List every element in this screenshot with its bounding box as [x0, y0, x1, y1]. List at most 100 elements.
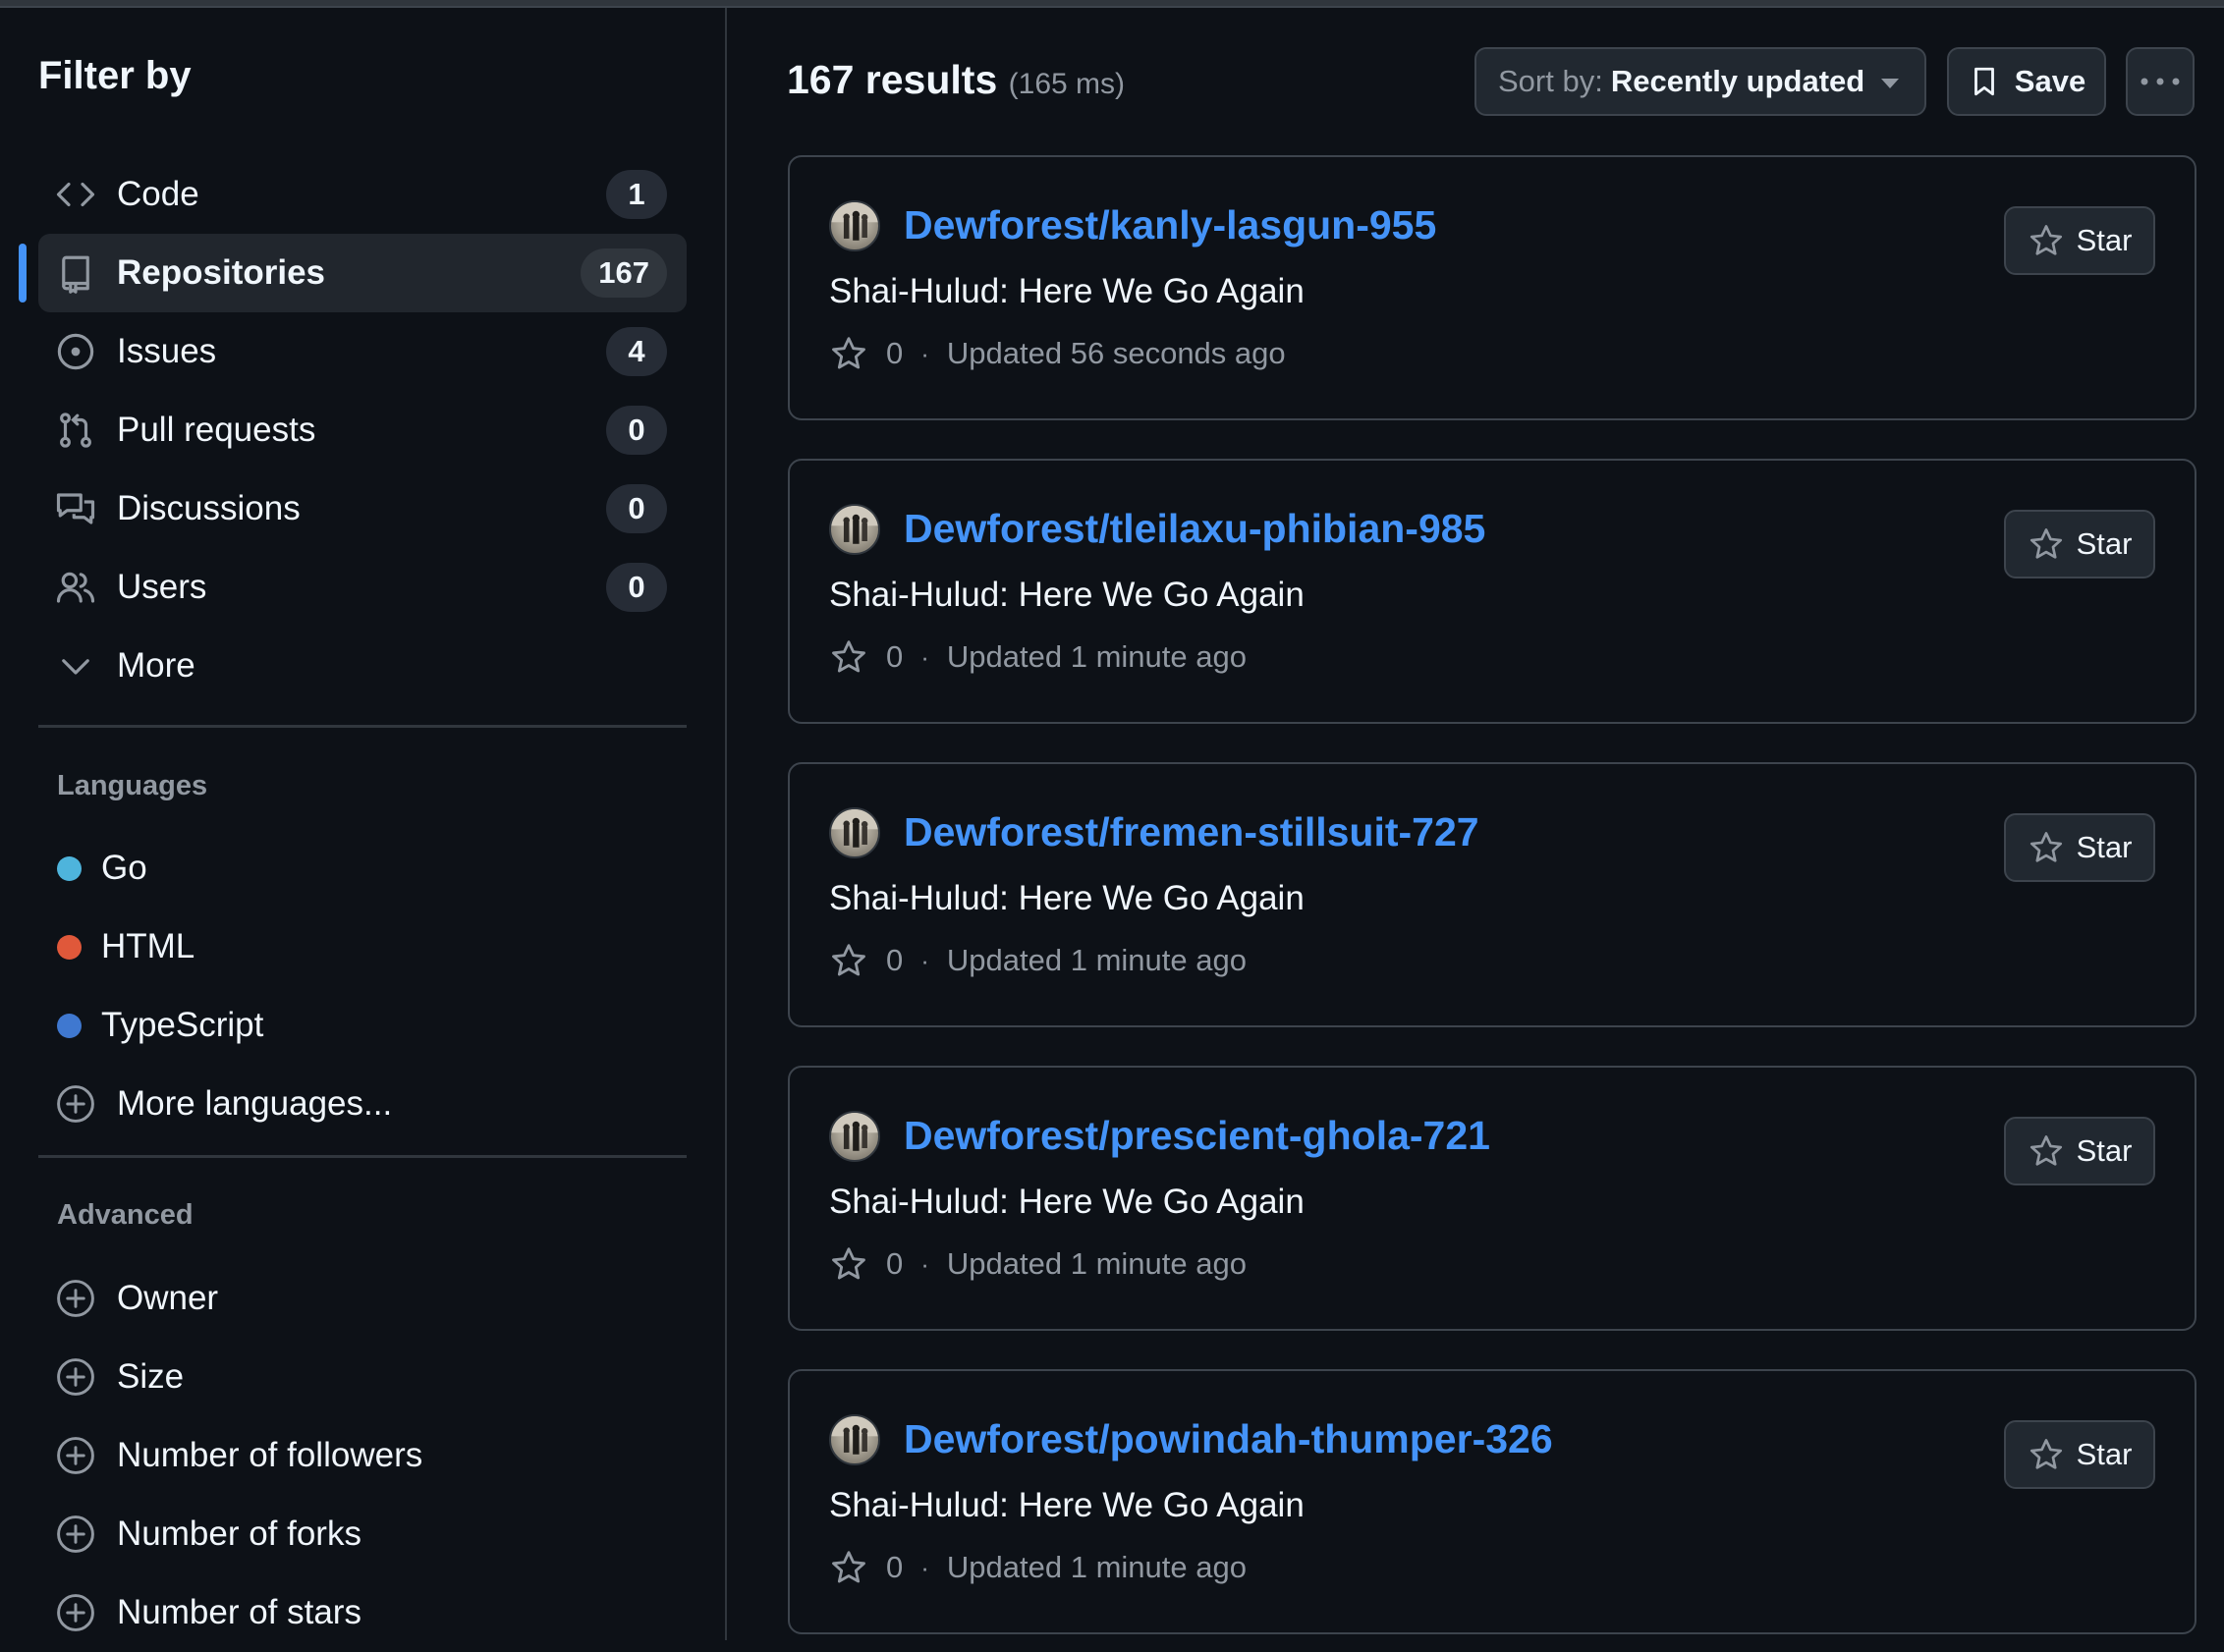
star-count: 0 — [886, 639, 904, 674]
advanced-filter-label: Size — [117, 1357, 185, 1396]
star-button-label: Star — [2076, 1437, 2133, 1471]
pull-request-icon — [54, 409, 97, 452]
nav-item-repositories[interactable]: Repositories 167 — [19, 234, 687, 312]
star-button-label: Star — [2076, 223, 2133, 257]
repo-icon — [54, 251, 97, 295]
repo-meta: 0 · Updated 56 seconds ago — [829, 334, 1286, 373]
advanced-filter-owner[interactable]: Owner — [38, 1259, 687, 1338]
nav-item-more[interactable]: More — [38, 627, 687, 705]
star-button[interactable]: Star — [2004, 206, 2155, 275]
owner-avatar[interactable] — [829, 1111, 880, 1162]
nav-count-badge: 4 — [606, 327, 667, 376]
sort-dropdown[interactable]: Sort by: Recently updated — [1474, 47, 1926, 116]
nav-item-code[interactable]: Code 1 — [38, 155, 687, 234]
repo-link[interactable]: Dewforest/powindah-thumper-326 — [904, 1416, 1553, 1462]
plus-circle-icon — [57, 1515, 94, 1553]
filter-sidebar: Filter by Code 1 Repositories 167 Issues… — [0, 8, 727, 1640]
nav-count-badge: 0 — [606, 484, 667, 533]
plus-circle-icon — [57, 1085, 94, 1123]
owner-avatar[interactable] — [829, 200, 880, 251]
repo-link[interactable]: Dewforest/fremen-stillsuit-727 — [904, 809, 1479, 855]
nav-item-users[interactable]: Users 0 — [38, 548, 687, 627]
plus-circle-icon — [57, 1280, 94, 1317]
more-languages-button[interactable]: More languages... — [38, 1065, 687, 1143]
language-color-dot — [57, 855, 82, 881]
separator-dot: · — [920, 1248, 929, 1279]
star-count: 0 — [886, 1246, 904, 1281]
star-icon — [832, 1247, 865, 1280]
star-icon — [2029, 1135, 2062, 1166]
advanced-filter-label: Number of forks — [117, 1514, 361, 1553]
issue-icon — [54, 330, 97, 373]
nav-count-badge: 1 — [606, 170, 667, 219]
star-icon — [832, 944, 865, 976]
language-label: TypeScript — [101, 1006, 264, 1044]
nav-item-discussions[interactable]: Discussions 0 — [38, 469, 687, 548]
nav-count-badge: 0 — [606, 406, 667, 455]
star-button[interactable]: Star — [2004, 510, 2155, 578]
advanced-filter-label: Number of followers — [117, 1436, 423, 1474]
star-icon — [2029, 225, 2062, 255]
star-button[interactable]: Star — [2004, 1117, 2155, 1185]
sidebar-divider — [38, 1155, 687, 1158]
language-filter-go[interactable]: Go — [38, 829, 687, 908]
language-filter-html[interactable]: HTML — [38, 908, 687, 986]
star-button-label: Star — [2076, 526, 2133, 561]
nav-item-issues[interactable]: Issues 4 — [38, 312, 687, 391]
sort-prefix: Sort by: — [1498, 64, 1603, 98]
results-time: (165 ms) — [1008, 68, 1126, 100]
search-results: 167 results (165 ms) Sort by: Recently u… — [729, 8, 2224, 1640]
repo-meta: 0 · Updated 1 minute ago — [829, 1244, 1247, 1284]
separator-dot: · — [920, 1552, 929, 1582]
nav-label: Users — [117, 568, 207, 606]
updated-time: Updated 1 minute ago — [946, 943, 1247, 977]
nav-count-badge: 0 — [606, 563, 667, 612]
languages-list: Go HTML TypeScript More languages... — [38, 829, 687, 1143]
repo-link[interactable]: Dewforest/prescient-ghola-721 — [904, 1113, 1490, 1159]
owner-avatar[interactable] — [829, 807, 880, 858]
sort-value: Recently updated — [1610, 64, 1865, 98]
owner-avatar[interactable] — [829, 504, 880, 555]
nav-label: Code — [117, 175, 199, 213]
advanced-filter-forks[interactable]: Number of forks — [38, 1495, 687, 1573]
star-icon — [832, 640, 865, 673]
star-button-label: Star — [2076, 1133, 2133, 1168]
chevron-down-icon — [54, 644, 97, 688]
advanced-filter-size[interactable]: Size — [38, 1338, 687, 1416]
results-count: 167 results — [787, 57, 998, 102]
bookmark-icon — [1974, 67, 1994, 96]
nav-label: Issues — [117, 332, 217, 370]
star-icon — [2029, 528, 2062, 559]
repo-description: Shai-Hulud: Here We Go Again — [829, 1486, 1305, 1524]
separator-dot: · — [920, 945, 929, 975]
repo-description: Shai-Hulud: Here We Go Again — [829, 272, 1305, 310]
star-button[interactable]: Star — [2004, 1420, 2155, 1489]
result-card: Dewforest/tleilaxu-phibian-985 Shai-Hulu… — [788, 459, 2196, 724]
star-count: 0 — [886, 336, 904, 370]
result-card: Dewforest/fremen-stillsuit-727 Shai-Hulu… — [788, 762, 2196, 1027]
advanced-filter-stars[interactable]: Number of stars — [38, 1573, 687, 1652]
star-button[interactable]: Star — [2004, 813, 2155, 882]
repo-link[interactable]: Dewforest/kanly-lasgun-955 — [904, 202, 1436, 248]
advanced-filter-followers[interactable]: Number of followers — [38, 1416, 687, 1495]
owner-avatar[interactable] — [829, 1414, 880, 1465]
language-filter-typescript[interactable]: TypeScript — [38, 986, 687, 1065]
repo-meta: 0 · Updated 1 minute ago — [829, 941, 1247, 980]
star-icon — [2029, 832, 2062, 862]
nav-label: Repositories — [117, 253, 325, 292]
star-icon — [832, 1551, 865, 1583]
repo-meta: 0 · Updated 1 minute ago — [829, 637, 1247, 677]
save-search-button[interactable]: Save — [1947, 47, 2106, 116]
repo-link[interactable]: Dewforest/tleilaxu-phibian-985 — [904, 506, 1485, 552]
star-count: 0 — [886, 943, 904, 977]
plus-circle-icon — [57, 1358, 94, 1396]
result-card: Dewforest/powindah-thumper-326 Shai-Hulu… — [788, 1369, 2196, 1634]
nav-item-pull-requests[interactable]: Pull requests 0 — [38, 391, 687, 469]
separator-dot: · — [920, 641, 929, 672]
language-label: HTML — [101, 927, 195, 965]
updated-time: Updated 1 minute ago — [946, 1246, 1247, 1281]
star-button-label: Star — [2076, 830, 2133, 864]
more-options-button[interactable] — [2126, 47, 2195, 116]
advanced-filter-label: Owner — [117, 1279, 219, 1317]
advanced-filter-label: Number of stars — [117, 1593, 361, 1631]
